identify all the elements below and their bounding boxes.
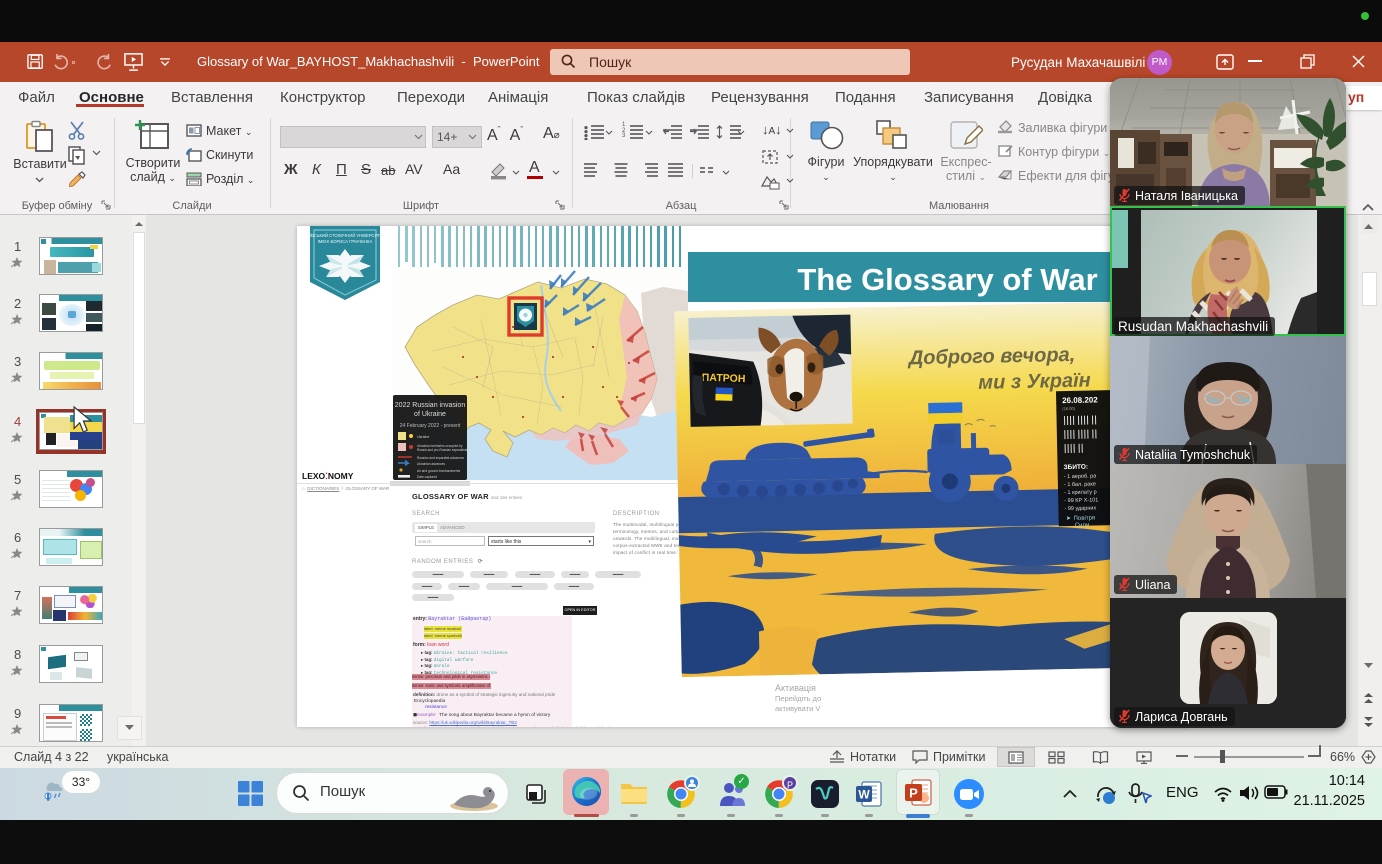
svg-text:ПАТРОН: ПАТРОН bbox=[702, 372, 746, 385]
svg-text:- 1 аероб. ра: - 1 аероб. ра bbox=[1064, 473, 1098, 480]
svg-text:(16.00): (16.00) bbox=[1062, 406, 1075, 411]
svg-text:26.08.202: 26.08.202 bbox=[1062, 395, 1098, 405]
svg-text:Сили: Сили bbox=[1075, 523, 1090, 529]
svg-text:2022 Russian invasion: 2022 Russian invasion bbox=[395, 402, 466, 409]
svg-text:- 99 ударних: - 99 ударних bbox=[1064, 505, 1096, 512]
svg-text:of Ukraine: of Ukraine bbox=[414, 411, 446, 418]
svg-text:ми з Україн: ми з Україн bbox=[978, 370, 1091, 394]
svg-text:24 February 2022 - present: 24 February 2022 - present bbox=[400, 423, 461, 429]
svg-text:Date captured: Date captured bbox=[417, 475, 437, 479]
svg-text:Air and ground bombardments: Air and ground bombardments bbox=[417, 469, 460, 473]
svg-text:P: P bbox=[909, 786, 918, 801]
svg-text:- 1 бал. раке: - 1 бал. раке bbox=[1064, 481, 1096, 488]
svg-text:Ukrainian advances: Ukrainian advances bbox=[417, 462, 445, 466]
svg-text:КИЇВСЬКИЙ СТОЛИЧНИЙ УНІВЕРСИТЕ: КИЇВСЬКИЙ СТОЛИЧНИЙ УНІВЕРСИТЕТ bbox=[308, 233, 382, 238]
svg-text:Russian and separatist advance: Russian and separatist advances bbox=[417, 456, 464, 460]
svg-text:- 99 КР Х-101: - 99 КР Х-101 bbox=[1064, 497, 1098, 504]
svg-text:ІМЕНІ БОРИСА ГРІНЧЕНКА: ІМЕНІ БОРИСА ГРІНЧЕНКА bbox=[318, 239, 373, 244]
svg-text:Russia and pro-Russian separat: Russia and pro-Russian separatists bbox=[417, 448, 468, 452]
svg-text:Ukraine: Ukraine bbox=[417, 435, 429, 439]
svg-text:W: W bbox=[858, 788, 870, 802]
svg-text:Повітря: Повітря bbox=[1074, 515, 1096, 521]
svg-text:Доброго вечора,: Доброго вечора, bbox=[907, 344, 1076, 370]
svg-text:ЗБИТО:: ЗБИТО: bbox=[1063, 464, 1088, 472]
svg-text:- 1 крилату р: - 1 крилату р bbox=[1064, 489, 1097, 496]
